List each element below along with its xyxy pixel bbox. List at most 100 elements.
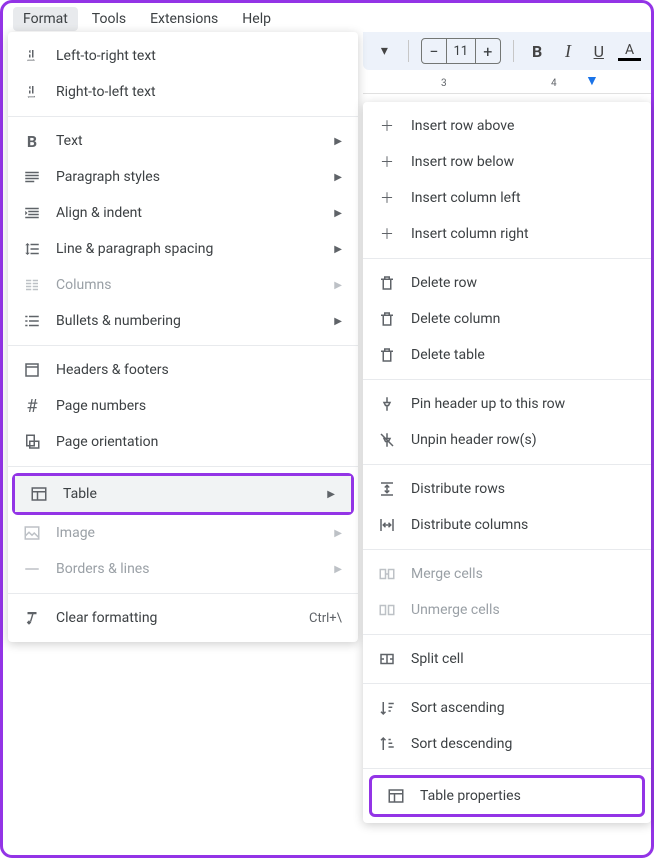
italic-button[interactable]: I xyxy=(557,39,580,63)
delete-table-item[interactable]: Delete table xyxy=(363,337,651,373)
divider xyxy=(363,683,651,684)
ltr-text-item[interactable]: Left-to-right text xyxy=(8,38,358,74)
dropdown-caret-icon[interactable]: ▾ xyxy=(373,39,396,63)
headers-footers-item[interactable]: Headers & footers xyxy=(8,352,358,388)
insert-column-right-item[interactable]: ＋ Insert column right xyxy=(363,216,651,252)
font-size-input[interactable]: 11 xyxy=(446,39,476,63)
font-size-control: − 11 + xyxy=(421,38,501,64)
menu-label: Clear formatting xyxy=(56,610,295,626)
paragraph-icon xyxy=(22,167,42,187)
ruler: 3 4 ▼ xyxy=(363,70,651,94)
pin-header-item[interactable]: Pin header up to this row xyxy=(363,386,651,422)
columns-icon xyxy=(22,275,42,295)
submenu-arrow-icon: ▶ xyxy=(334,244,342,255)
unmerge-cells-item: Unmerge cells xyxy=(363,592,651,628)
sort-descending-item[interactable]: Sort descending xyxy=(363,726,651,762)
menu-label: Insert column right xyxy=(411,226,635,242)
menu-label: Page orientation xyxy=(56,434,342,450)
line-spacing-icon xyxy=(22,239,42,259)
page-orientation-item[interactable]: Page orientation xyxy=(8,424,358,460)
menu-label: Insert row above xyxy=(411,118,635,134)
insert-row-above-item[interactable]: ＋ Insert row above xyxy=(363,108,651,144)
menu-label: Insert column left xyxy=(411,190,635,206)
table-icon xyxy=(386,786,406,806)
table-properties-item[interactable]: Table properties xyxy=(372,778,642,814)
menu-format[interactable]: Format xyxy=(13,7,78,31)
menu-label: Table properties xyxy=(420,788,626,804)
line-spacing-item[interactable]: Line & paragraph spacing ▶ xyxy=(8,231,358,267)
submenu-arrow-icon: ▶ xyxy=(334,280,342,291)
paragraph-styles-item[interactable]: Paragraph styles ▶ xyxy=(8,159,358,195)
distribute-cols-icon xyxy=(377,515,397,535)
sort-ascending-item[interactable]: Sort ascending xyxy=(363,690,651,726)
divider xyxy=(363,464,651,465)
page-numbers-item[interactable]: # Page numbers xyxy=(8,388,358,424)
sort-asc-icon xyxy=(377,698,397,718)
table-submenu: ＋ Insert row above ＋ Insert row below ＋ … xyxy=(363,102,651,823)
bullets-numbering-item[interactable]: Bullets & numbering ▶ xyxy=(8,303,358,339)
table-submenu-item[interactable]: Table ▶ xyxy=(15,476,351,512)
divider xyxy=(363,549,651,550)
submenu-arrow-icon: ▶ xyxy=(334,564,342,575)
clear-format-icon xyxy=(22,608,42,628)
indent-marker-icon[interactable]: ▼ xyxy=(585,72,599,89)
text-color-button[interactable]: A xyxy=(618,41,641,61)
headers-icon xyxy=(22,360,42,380)
insert-column-left-item[interactable]: ＋ Insert column left xyxy=(363,180,651,216)
format-dropdown: Left-to-right text Right-to-left text B … xyxy=(8,32,358,642)
menu-label: Bullets & numbering xyxy=(56,313,320,329)
unpin-icon xyxy=(377,430,397,450)
divider xyxy=(363,258,651,259)
menu-label: Insert row below xyxy=(411,154,635,170)
submenu-arrow-icon: ▶ xyxy=(334,316,342,327)
menu-label: Merge cells xyxy=(411,566,635,582)
rtl-text-item[interactable]: Right-to-left text xyxy=(8,74,358,110)
submenu-arrow-icon: ▶ xyxy=(334,136,342,147)
borders-lines-item: Borders & lines ▶ xyxy=(8,551,358,587)
table-icon xyxy=(29,484,49,504)
menu-label: Unmerge cells xyxy=(411,602,635,618)
menu-label: Unpin header row(s) xyxy=(411,432,635,448)
table-item-highlight: Table ▶ xyxy=(12,473,354,515)
align-indent-item[interactable]: Align & indent ▶ xyxy=(8,195,358,231)
insert-row-below-item[interactable]: ＋ Insert row below xyxy=(363,144,651,180)
unpin-header-item[interactable]: Unpin header row(s) xyxy=(363,422,651,458)
bold-button[interactable]: B xyxy=(526,39,549,63)
split-cell-item[interactable]: Split cell xyxy=(363,641,651,677)
text-submenu-item[interactable]: B Text ▶ xyxy=(8,123,358,159)
divider xyxy=(8,466,358,467)
submenu-arrow-icon: ▶ xyxy=(334,208,342,219)
clear-formatting-item[interactable]: Clear formatting Ctrl+\ xyxy=(8,600,358,636)
trash-icon xyxy=(377,345,397,365)
menu-label: Page numbers xyxy=(56,398,342,414)
bold-icon: B xyxy=(22,131,42,151)
distribute-rows-item[interactable]: Distribute rows xyxy=(363,471,651,507)
menu-label: Distribute columns xyxy=(411,517,635,533)
menu-label: Delete column xyxy=(411,311,635,327)
shortcut-label: Ctrl+\ xyxy=(309,611,342,626)
toolbar: ▾ − 11 + B I U A xyxy=(363,32,651,70)
menu-label: Line & paragraph spacing xyxy=(56,241,320,257)
delete-column-item[interactable]: Delete column xyxy=(363,301,651,337)
separator xyxy=(408,40,409,62)
pin-icon xyxy=(377,394,397,414)
divider xyxy=(363,379,651,380)
unmerge-icon xyxy=(377,600,397,620)
ruler-tick: 3 xyxy=(441,78,447,89)
decrease-font-button[interactable]: − xyxy=(422,42,446,61)
underline-button[interactable]: U xyxy=(587,39,610,63)
plus-icon: ＋ xyxy=(377,116,397,136)
menu-help[interactable]: Help xyxy=(232,7,281,31)
ruler-tick: 4 xyxy=(551,78,557,89)
delete-row-item[interactable]: Delete row xyxy=(363,265,651,301)
trash-icon xyxy=(377,273,397,293)
increase-font-button[interactable]: + xyxy=(476,42,500,61)
ltr-icon xyxy=(22,46,42,66)
menu-label: Paragraph styles xyxy=(56,169,320,185)
distribute-columns-item[interactable]: Distribute columns xyxy=(363,507,651,543)
align-icon xyxy=(22,203,42,223)
menu-extensions[interactable]: Extensions xyxy=(140,7,228,31)
menu-label: Delete row xyxy=(411,275,635,291)
menu-tools[interactable]: Tools xyxy=(82,7,136,31)
plus-icon: ＋ xyxy=(377,152,397,172)
